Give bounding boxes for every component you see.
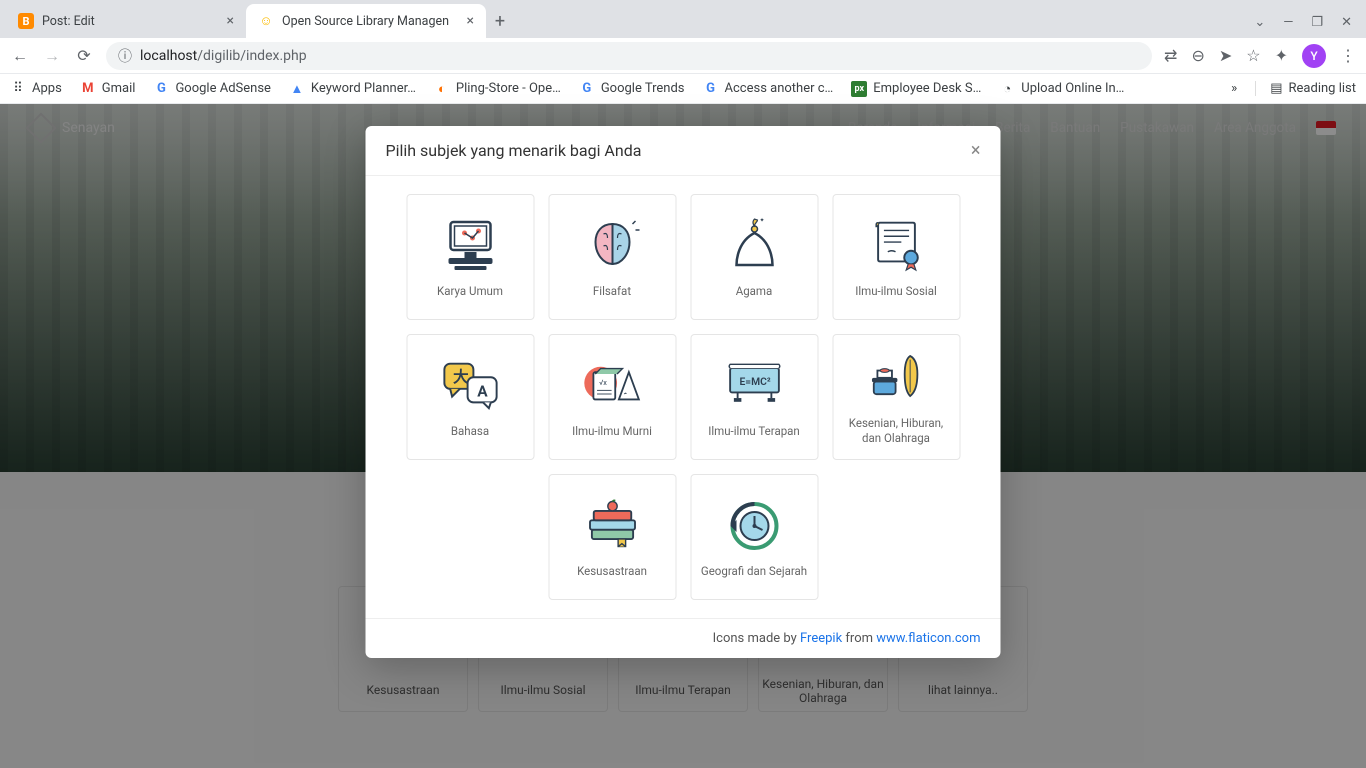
window-controls: ⌄ — ❐ ✕ [1254, 15, 1366, 38]
modal-title: Pilih subjek yang menarik bagi Anda [386, 141, 642, 160]
modal-header: Pilih subjek yang menarik bagi Anda × [366, 126, 1001, 176]
tab-title: Open Source Library Managen [282, 14, 459, 29]
certificate-icon [866, 214, 926, 274]
extensions-icon[interactable]: ✦ [1275, 46, 1288, 65]
reading-list-button[interactable]: ▤Reading list [1255, 81, 1356, 96]
bookmarks-bar: ⠿Apps MGmail GGoogle AdSense ▲Keyword Pl… [0, 74, 1366, 104]
tab-title: Post: Edit [42, 14, 219, 29]
url-input[interactable]: ⓘ localhost/digilib/index.php [106, 42, 1152, 70]
tab-close-icon[interactable]: × [227, 13, 234, 29]
bookmark-upload[interactable]: ◔Upload Online In… [999, 81, 1124, 97]
tab-post-edit[interactable]: B Post: Edit × [6, 4, 246, 38]
svg-text:✦: ✦ [759, 217, 764, 224]
profile-avatar[interactable]: Y [1302, 44, 1326, 68]
mosque-icon: ✦ [724, 214, 784, 274]
bookmark-trends[interactable]: GGoogle Trends [579, 81, 685, 97]
tab-strip: B Post: Edit × ☺ Open Source Library Man… [0, 0, 1366, 38]
star-icon[interactable]: ☆ [1246, 46, 1260, 65]
blogger-icon: B [18, 13, 34, 29]
list-icon: ▤ [1270, 81, 1282, 96]
subject-label: Agama [736, 284, 773, 299]
gmail-icon: M [80, 81, 96, 97]
subject-agama[interactable]: ✦ Agama [690, 194, 818, 320]
tab-close-icon[interactable]: × [467, 13, 474, 29]
subject-bahasa[interactable]: 大A Bahasa [406, 334, 534, 460]
modal-footer: Icons made by Freepik from www.flaticon.… [366, 618, 1001, 658]
send-icon[interactable]: ➤ [1219, 46, 1232, 65]
subject-label: Bahasa [451, 424, 489, 439]
subject-label: Geografi dan Sejarah [701, 564, 807, 579]
close-window-button[interactable]: ✕ [1341, 15, 1352, 30]
address-bar: ← → ⟳ ⓘ localhost/digilib/index.php ⇄ ⊖ … [0, 38, 1366, 74]
tab-slims[interactable]: ☺ Open Source Library Managen × [246, 4, 486, 38]
subject-label: Ilmu-ilmu Terapan [708, 424, 800, 439]
subject-label: Kesusastraan [577, 564, 647, 579]
link-freepik[interactable]: Freepik [800, 631, 842, 646]
subject-kesenian[interactable]: Kesenian, Hiburan, dan Olahraga [832, 334, 960, 460]
reload-button[interactable]: ⟳ [74, 46, 94, 65]
subject-karya-umum[interactable]: Karya Umum [406, 194, 534, 320]
minimize-button[interactable]: — [1283, 15, 1293, 30]
pling-icon: ◐ [434, 81, 450, 97]
subject-modal: Pilih subjek yang menarik bagi Anda × Ka… [366, 126, 1001, 658]
modal-body: Karya Umum Filsafat ✦ Agama Ilmu-ilmu So… [366, 176, 1001, 618]
bookmark-access[interactable]: GAccess another c… [703, 81, 834, 97]
subject-label: Ilmu-ilmu Sosial [855, 284, 937, 299]
maximize-button[interactable]: ❐ [1311, 15, 1323, 30]
forward-button[interactable]: → [42, 46, 62, 66]
bookmark-apps[interactable]: ⠿Apps [10, 81, 62, 97]
back-button[interactable]: ← [10, 46, 30, 66]
brain-icon [582, 214, 642, 274]
link-flaticon[interactable]: www.flaticon.com [876, 631, 980, 646]
bookmark-adsense[interactable]: GGoogle AdSense [153, 81, 270, 97]
language-icon: 大A [440, 354, 500, 414]
globe-icon: ◔ [999, 81, 1015, 97]
url-text: localhost/digilib/index.php [140, 48, 307, 64]
google-icon: G [153, 81, 169, 97]
computer-icon [440, 214, 500, 274]
subject-ilmu-terapan[interactable]: E=MC² Ilmu-ilmu Terapan [690, 334, 818, 460]
new-tab-button[interactable]: + [486, 11, 514, 38]
physics-icon: E=MC² [724, 354, 784, 414]
site-info-icon[interactable]: ⓘ [118, 46, 132, 66]
toolbar-right: ⇄ ⊖ ➤ ☆ ✦ Y ⋮ [1164, 44, 1356, 68]
px-icon: px [851, 81, 867, 97]
svg-text:E=MC²: E=MC² [739, 374, 770, 387]
chevron-down-icon[interactable]: ⌄ [1254, 15, 1265, 30]
subject-label: Ilmu-ilmu Murni [572, 424, 652, 439]
history-icon [724, 494, 784, 554]
subject-kesusastraan[interactable]: Kesusastraan [548, 474, 676, 600]
translate-icon[interactable]: ⇄ [1164, 46, 1177, 65]
subject-label: Kesenian, Hiburan, dan Olahraga [839, 416, 953, 446]
close-icon[interactable]: × [971, 140, 981, 161]
ads-icon: ▲ [289, 81, 305, 97]
subject-geografi[interactable]: Geografi dan Sejarah [690, 474, 818, 600]
books-icon [582, 494, 642, 554]
subject-ilmu-murni[interactable]: √x Ilmu-ilmu Murni [548, 334, 676, 460]
google-icon: G [703, 81, 719, 97]
zoom-icon[interactable]: ⊖ [1191, 46, 1204, 65]
bookmark-pling[interactable]: ◐Pling-Store - Ope… [434, 81, 561, 97]
bookmark-desk[interactable]: pxEmployee Desk S… [851, 81, 981, 97]
subject-filsafat[interactable]: Filsafat [548, 194, 676, 320]
bookmark-gmail[interactable]: MGmail [80, 81, 136, 97]
subject-label: Filsafat [593, 284, 631, 299]
subject-label: Karya Umum [437, 284, 503, 299]
bookmarks-overflow[interactable]: » [1231, 81, 1237, 96]
footer-text: Icons made by [713, 631, 800, 646]
menu-icon[interactable]: ⋮ [1340, 46, 1356, 65]
svg-text:A: A [477, 382, 488, 400]
bookmark-keyword[interactable]: ▲Keyword Planner… [289, 81, 416, 97]
google-icon: G [579, 81, 595, 97]
math-icon: √x [582, 354, 642, 414]
art-icon [866, 346, 926, 406]
svg-text:√x: √x [598, 377, 606, 386]
apps-icon: ⠿ [10, 81, 26, 97]
subject-ilmu-sosial[interactable]: Ilmu-ilmu Sosial [832, 194, 960, 320]
favicon-icon: ☺ [258, 13, 274, 29]
